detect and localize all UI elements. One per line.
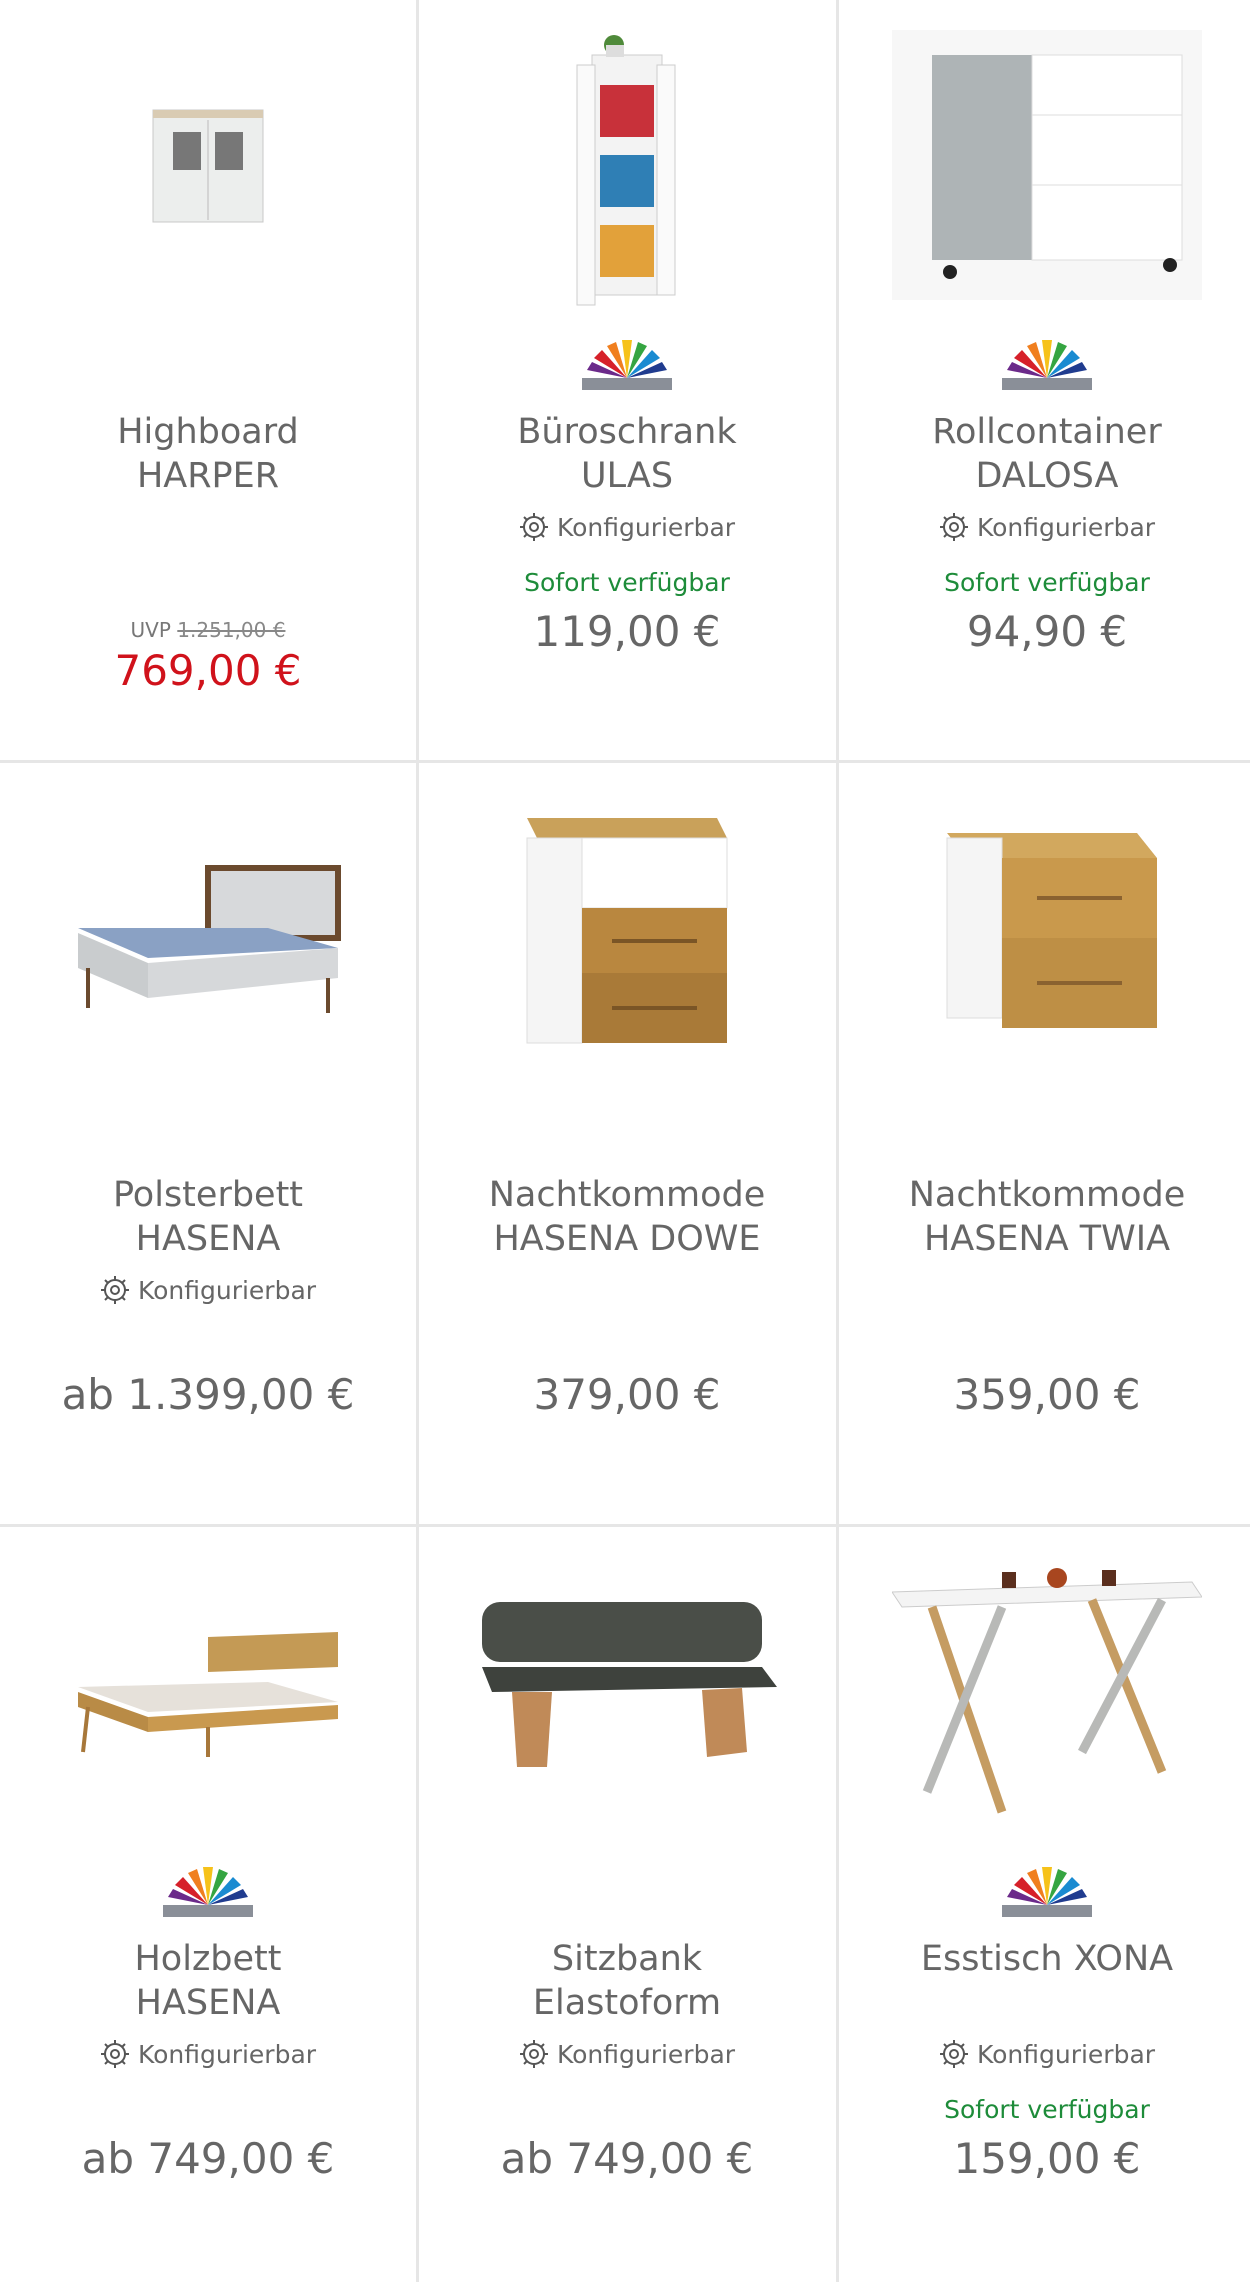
configurable-label: Konfigurierbar: [419, 512, 835, 542]
product-image[interactable]: [839, 0, 1250, 330]
cabinet-image: [576, 35, 676, 306]
title-line[interactable]: Büroschrank: [517, 412, 736, 452]
title-line[interactable]: HARPER: [137, 456, 279, 496]
title-line[interactable]: HASENA DOWE: [493, 1219, 760, 1259]
bench-image: [482, 1602, 777, 1767]
product-title[interactable]: Büroschrank ULAS: [429, 410, 825, 498]
price: 159,00 €: [953, 2134, 1141, 2183]
title-line[interactable]: HASENA: [136, 1983, 281, 2023]
product-card-sitzbank-elastoform[interactable]: Sitzbank Elastoform Konfigurierbar ab 749…: [419, 1527, 835, 2287]
product-card-rollcontainer-dalosa[interactable]: Rollcontainer DALOSA Konfigurierbar Sofor…: [839, 0, 1250, 760]
uvp-value: 1.251,00 €: [177, 618, 286, 642]
gear-icon: [519, 513, 548, 541]
title-line[interactable]: Holzbett: [134, 1939, 281, 1979]
configurable-text: Konfigurierbar: [556, 2039, 736, 2069]
product-image[interactable]: [419, 763, 835, 1093]
product-card-nachtkommode-hasena-dowe[interactable]: Nachtkommode HASENA DOWE 379,00 €: [419, 763, 835, 1523]
product-title[interactable]: Sitzbank Elastoform: [429, 1937, 825, 2025]
color-fan-icon: [0, 1867, 416, 1919]
price: 119,00 €: [533, 607, 721, 656]
color-fan-icon: [419, 340, 835, 392]
product-image[interactable]: [839, 763, 1250, 1093]
price: ab 1.399,00 €: [61, 1370, 355, 1419]
gear-icon: [100, 1276, 129, 1304]
upholstered-bed-image: [78, 865, 341, 1013]
gear-icon: [100, 2040, 129, 2068]
price: 94,90 €: [966, 607, 1128, 656]
price: 359,00 €: [953, 1370, 1141, 1419]
nightstand-image: [946, 833, 1157, 1028]
configurable-label: Konfigurierbar: [0, 1275, 416, 1305]
gear-icon: [519, 2040, 548, 2068]
title-line[interactable]: HASENA: [136, 1219, 281, 1259]
title-line[interactable]: Esstisch XONA: [921, 1939, 1173, 1979]
configurable-text: Konfigurierbar: [976, 512, 1156, 542]
product-title[interactable]: Rollcontainer DALOSA: [849, 410, 1245, 498]
product-card-highboard-harper[interactable]: Highboard HARPER UVP 1.251,00 € 769,00 €: [0, 0, 416, 760]
product-title[interactable]: Nachtkommode HASENA DOWE: [429, 1173, 825, 1261]
title-line[interactable]: Highboard: [117, 412, 299, 452]
price: ab 749,00 €: [500, 2134, 754, 2183]
title-line[interactable]: Rollcontainer: [932, 412, 1161, 452]
product-image[interactable]: [419, 1527, 835, 1857]
price: ab 749,00 €: [81, 2134, 335, 2183]
configurable-label: Konfigurierbar: [419, 2039, 835, 2069]
configurable-text: Konfigurierbar: [137, 1275, 317, 1305]
title-line[interactable]: ULAS: [581, 456, 673, 496]
product-title[interactable]: Polsterbett HASENA: [10, 1173, 406, 1261]
product-title[interactable]: Esstisch XONA: [849, 1937, 1245, 1981]
gear-icon: [939, 513, 968, 541]
configurable-label: Konfigurierbar: [839, 2039, 1250, 2069]
gear-icon: [939, 2040, 968, 2068]
configurable-label: Konfigurierbar: [839, 512, 1250, 542]
price: 379,00 €: [533, 1370, 721, 1419]
highboard-image: [152, 109, 264, 223]
product-image[interactable]: [0, 763, 416, 1093]
availability-text: Sofort verfügbar: [944, 2095, 1150, 2124]
configurable-text: Konfigurierbar: [976, 2039, 1156, 2069]
title-line[interactable]: DALOSA: [976, 456, 1119, 496]
nightstand-image: [526, 818, 728, 1044]
product-card-bueroschrank-ulas[interactable]: Büroschrank ULAS Konfigurierbar Sofort ve…: [419, 0, 835, 760]
product-image[interactable]: [0, 0, 416, 330]
title-line[interactable]: Nachtkommode: [909, 1175, 1186, 1215]
rolling-container-image: [892, 30, 1202, 300]
product-card-esstisch-xona[interactable]: Esstisch XONA Konfigurierbar Sofort verf…: [839, 1527, 1250, 2287]
product-image[interactable]: [419, 0, 835, 330]
title-line[interactable]: HASENA TWIA: [924, 1219, 1170, 1259]
product-image[interactable]: [839, 1527, 1250, 1857]
configurable-label: Konfigurierbar: [0, 2039, 416, 2069]
title-line[interactable]: Sitzbank: [552, 1939, 702, 1979]
product-card-holzbett-hasena[interactable]: Holzbett HASENA Konfigurierbar ab 749,00 …: [0, 1527, 416, 2287]
color-fan-icon: [839, 1867, 1250, 1919]
configurable-text: Konfigurierbar: [137, 2039, 317, 2069]
availability-text: Sofort verfügbar: [524, 568, 730, 597]
product-title[interactable]: Nachtkommode HASENA TWIA: [849, 1173, 1245, 1261]
product-card-polsterbett-hasena[interactable]: Polsterbett HASENA Konfigurierbar ab 1.39…: [0, 763, 416, 1523]
uvp-price: UVP 1.251,00 €: [0, 618, 416, 642]
product-title[interactable]: Holzbett HASENA: [10, 1937, 406, 2025]
sale-price: 769,00 €: [114, 646, 302, 695]
availability-text: Sofort verfügbar: [944, 568, 1150, 597]
title-line[interactable]: Nachtkommode: [489, 1175, 766, 1215]
title-line[interactable]: Polsterbett: [113, 1175, 303, 1215]
product-card-nachtkommode-hasena-twia[interactable]: Nachtkommode HASENA TWIA 359,00 €: [839, 763, 1250, 1523]
dining-table-image: [892, 1568, 1202, 1814]
configurable-text: Konfigurierbar: [556, 512, 736, 542]
wooden-bed-image: [78, 1632, 338, 1757]
title-line[interactable]: Elastoform: [533, 1983, 721, 2023]
product-grid: HighboardHARPER UVP 1.251,00 € 769,00 €: [0, 0, 1250, 2282]
product-title[interactable]: Highboard HARPER: [10, 410, 406, 498]
product-image[interactable]: [0, 1527, 416, 1857]
color-fan-icon: [839, 340, 1250, 392]
uvp-label: UVP: [130, 618, 171, 642]
